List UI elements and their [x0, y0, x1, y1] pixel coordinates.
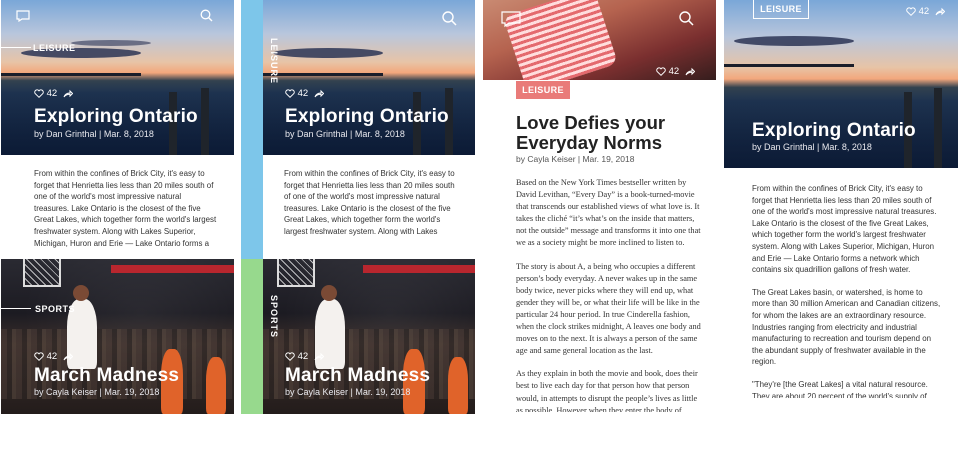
like-count[interactable]: 42	[285, 88, 325, 99]
share-icon	[685, 67, 696, 76]
article-paragraph: As they explain in both the movie and bo…	[516, 369, 698, 412]
article-body: From within the confines of Brick City, …	[752, 183, 942, 398]
comment-icon[interactable]	[16, 9, 30, 27]
article-paragraph: The Great Lakes basin, or watershed, is …	[752, 287, 941, 367]
comment-icon[interactable]	[501, 11, 521, 33]
category-tag-label: LEISURE	[760, 4, 802, 14]
category-tag-label: LEISURE	[522, 85, 564, 95]
share-icon	[314, 89, 325, 98]
heart-icon	[906, 7, 916, 16]
heart-icon	[285, 352, 295, 361]
article-excerpt: From within the confines of Brick City, …	[284, 169, 455, 236]
like-count[interactable]: 42	[285, 351, 325, 362]
article-paragraph: "They're [the Great Lakes] a vital natur…	[752, 379, 928, 398]
heart-icon	[34, 89, 44, 98]
like-count[interactable]: 42	[34, 351, 74, 362]
article-paragraph: From within the confines of Brick City, …	[752, 184, 937, 275]
share-icon	[63, 89, 74, 98]
article-byline: by Cayla Keiser | Mar. 19, 2018	[34, 387, 160, 397]
like-count-value: 42	[297, 351, 309, 362]
share-icon	[314, 352, 325, 361]
article-byline: by Cayla Keiser | Mar. 19, 2018	[285, 387, 411, 397]
article-byline: by Cayla Keiser | Mar. 19, 2018	[516, 154, 635, 164]
article-excerpt: From within the confines of Brick City, …	[34, 169, 217, 248]
like-count[interactable]: 42	[34, 88, 74, 99]
article-body: Based on the New York Times bestseller w…	[516, 177, 702, 412]
search-icon[interactable]	[442, 11, 457, 31]
article-title[interactable]: Exploring Ontario	[752, 120, 916, 142]
share-icon	[935, 7, 946, 16]
article-title[interactable]: Love Defies your Everyday Norms	[516, 113, 686, 152]
category-tag[interactable]: LEISURE	[753, 0, 809, 19]
side-bar-green	[241, 259, 263, 414]
category-tag[interactable]: LEISURE	[516, 81, 570, 99]
article-paragraph: The story is about A, a being who occupi…	[516, 261, 701, 356]
article-title[interactable]: March Madness	[34, 365, 179, 387]
like-count[interactable]: 42	[656, 66, 696, 77]
article-title[interactable]: Exploring Ontario	[285, 106, 449, 128]
article-paragraph: Based on the New York Times bestseller w…	[516, 178, 701, 248]
heart-icon	[656, 67, 666, 76]
article-byline: by Dan Grinthal | Mar. 8, 2018	[34, 129, 154, 139]
like-count[interactable]: 42	[906, 6, 946, 17]
article-byline: by Dan Grinthal | Mar. 8, 2018	[285, 129, 405, 139]
like-count-value: 42	[46, 88, 58, 99]
category-rule	[1, 47, 31, 48]
side-bar-blue	[241, 0, 263, 259]
article-title[interactable]: March Madness	[285, 365, 430, 387]
category-label[interactable]: LEISURE	[33, 43, 76, 53]
category-label[interactable]: SPORTS	[35, 304, 75, 314]
search-icon[interactable]	[200, 9, 213, 27]
heart-icon	[285, 89, 295, 98]
search-icon[interactable]	[679, 11, 694, 31]
category-label-vertical[interactable]: SPORTS	[269, 295, 279, 338]
heart-icon	[34, 352, 44, 361]
like-count-value: 42	[918, 6, 930, 17]
category-label-vertical[interactable]: LEISURE	[269, 38, 279, 84]
like-count-value: 42	[297, 88, 309, 99]
article-title[interactable]: Exploring Ontario	[34, 106, 198, 128]
like-count-value: 42	[46, 351, 58, 362]
share-icon	[63, 352, 74, 361]
category-rule	[1, 308, 31, 309]
article-byline: by Dan Grinthal | Mar. 8, 2018	[752, 142, 872, 152]
like-count-value: 42	[668, 66, 680, 77]
